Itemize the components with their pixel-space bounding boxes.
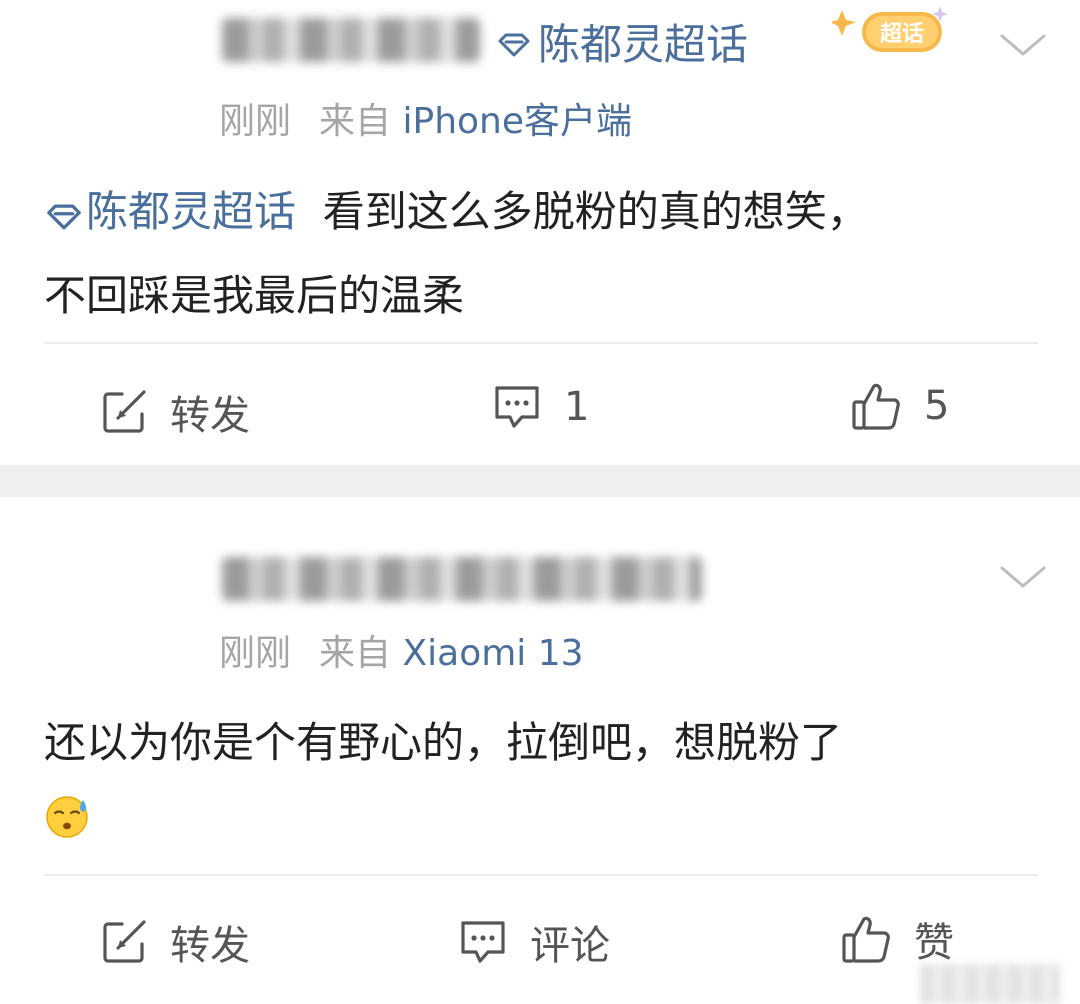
source-link[interactable]: Xiaomi 13: [402, 633, 583, 674]
weibo-post-2: 刚刚 来自 Xiaomi 13 还以为你是个有野心的，拉倒吧，想脱粉了 转发 评论: [0, 497, 1080, 1004]
repost-button[interactable]: 转发: [100, 383, 250, 441]
topic-link[interactable]: 陈都灵超话: [44, 187, 296, 236]
topic-badge[interactable]: 陈都灵超话: [496, 24, 748, 66]
sweat-face-emoji: [46, 796, 88, 838]
content-text-line-1: 还以为你是个有野心的，拉倒吧，想脱粉了: [44, 718, 843, 767]
diamond-icon: [47, 204, 81, 230]
repost-label: 转发: [170, 923, 250, 969]
post-content: 陈都灵超话 看到这么多脱粉的真的想笑， 不回踩是我最后的温柔: [44, 170, 1044, 338]
repost-icon: [103, 390, 146, 433]
watermark-blurred: [920, 964, 1060, 1004]
source-prefix: 来自: [319, 101, 392, 142]
diamond-icon: [498, 33, 530, 57]
feed-separator: [0, 465, 1080, 497]
content-text-line-2: 不回踩是我最后的温柔: [44, 271, 465, 320]
post-meta: 刚刚 来自 iPhone客户端: [219, 104, 632, 140]
comment-icon: [495, 386, 539, 428]
comment-button[interactable]: 评论: [458, 913, 610, 971]
chaohua-badge-icon: 超话: [830, 6, 948, 52]
comment-label: 评论: [530, 923, 610, 969]
comment-icon: [461, 921, 505, 963]
like-button[interactable]: 赞: [840, 910, 954, 968]
comment-count: 1: [564, 384, 590, 430]
username-blurred[interactable]: [222, 557, 702, 601]
post-time: 刚刚: [219, 633, 292, 674]
chevron-down-icon[interactable]: [998, 562, 1048, 592]
divider: [44, 342, 1038, 344]
username-blurred[interactable]: [222, 18, 480, 62]
post-meta: 刚刚 来自 Xiaomi 13: [219, 636, 584, 672]
like-count: 5: [924, 383, 950, 429]
source-link[interactable]: iPhone客户端: [402, 101, 632, 142]
topic-badge-label: 陈都灵超话: [538, 20, 749, 69]
like-icon: [842, 916, 890, 963]
chevron-down-icon[interactable]: [998, 30, 1048, 60]
like-button[interactable]: 5: [850, 380, 949, 432]
divider: [44, 874, 1038, 876]
like-icon: [852, 383, 900, 430]
comment-button[interactable]: 1: [492, 383, 589, 431]
chaohua-badge: 超话: [830, 4, 950, 58]
content-text-line-1: 看到这么多脱粉的真的想笑，: [322, 187, 869, 236]
topic-link-label: 陈都灵超话: [86, 187, 297, 236]
repost-button[interactable]: 转发: [100, 913, 250, 971]
repost-label: 转发: [170, 393, 250, 439]
chaohua-badge-label: 超话: [880, 22, 924, 47]
post-time: 刚刚: [219, 101, 292, 142]
post-content: 还以为你是个有野心的，拉倒吧，想脱粉了: [44, 701, 1044, 785]
like-label: 赞: [914, 920, 954, 966]
source-prefix: 来自: [319, 633, 392, 674]
repost-icon: [103, 920, 146, 963]
content-line-1: 陈都灵超话 看到这么多脱粉的真的想笑，: [44, 170, 1044, 254]
weibo-post-1: 陈都灵超话 超话 刚刚 来自 iPhone客户端 陈都灵超话 看到这么多脱粉的真的…: [0, 0, 1080, 465]
